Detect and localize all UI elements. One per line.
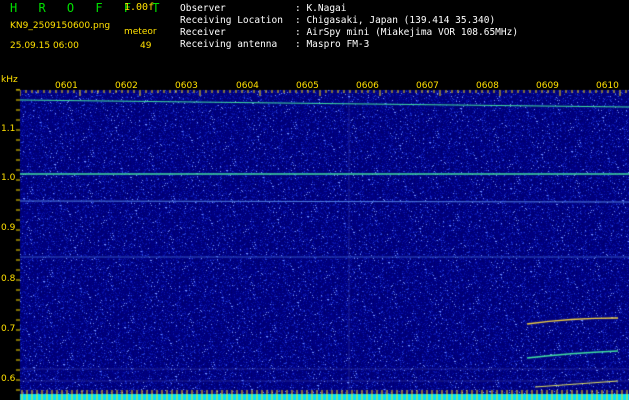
- y-tick-label: 0.6: [1, 374, 16, 384]
- y-tick-label: 0.7: [1, 324, 16, 334]
- info-value: : AirSpy mini (Miakejima VOR 108.65MHz): [295, 27, 519, 38]
- info-value: : Chigasaki, Japan (139.414 35.340): [295, 15, 496, 26]
- info-key: Receiver: [180, 27, 226, 38]
- x-tick-label: 0601: [55, 81, 78, 91]
- spectrogram-panel: kHz 1.1 1.0 0.9 0.8 0.7 0.6 0601 0602 06…: [0, 72, 629, 400]
- y-tick-label: 1.1: [1, 124, 16, 134]
- info-antenna: Receiving antenna : Maspro FM-3: [180, 39, 369, 50]
- x-tick-label: 0610: [596, 81, 619, 91]
- info-value: : Maspro FM-3: [295, 39, 370, 50]
- info-key: Observer: [180, 3, 226, 14]
- x-tick-label: 0607: [416, 81, 439, 91]
- spectrogram-canvas: [0, 72, 629, 400]
- info-receiver: Receiver : AirSpy mini (Miakejima VOR 108…: [180, 27, 518, 38]
- x-tick-label: 0603: [175, 81, 198, 91]
- y-tick-label: 0.8: [1, 274, 16, 284]
- x-tick-label: 0609: [536, 81, 559, 91]
- info-key: Receiving Location: [180, 15, 283, 26]
- x-tick-label: 0608: [476, 81, 499, 91]
- count-label: 49: [140, 41, 152, 51]
- filename-label: KN9_2509150600.png: [10, 21, 111, 31]
- y-tick-label: 1.0: [1, 173, 16, 183]
- y-axis-unit: kHz: [1, 75, 18, 85]
- header: H R O F F T 1.00f KN9_2509150600.png met…: [0, 0, 629, 72]
- x-tick-label: 0602: [115, 81, 138, 91]
- x-tick-label: 0604: [236, 81, 259, 91]
- info-value: : K.Nagai: [295, 3, 347, 14]
- version-label: 1.00f: [124, 2, 155, 13]
- mode-label: meteor: [124, 27, 157, 37]
- x-tick-label: 0605: [296, 81, 319, 91]
- info-location: Receiving Location : Chigasaki, Japan (13…: [180, 15, 495, 26]
- info-key: Receiving antenna: [180, 39, 278, 50]
- y-tick-label: 0.9: [1, 223, 16, 233]
- info-observer: Observer : K.Nagai: [180, 3, 346, 14]
- x-tick-label: 0606: [356, 81, 379, 91]
- datetime-label: 25.09.15 06:00: [10, 41, 79, 51]
